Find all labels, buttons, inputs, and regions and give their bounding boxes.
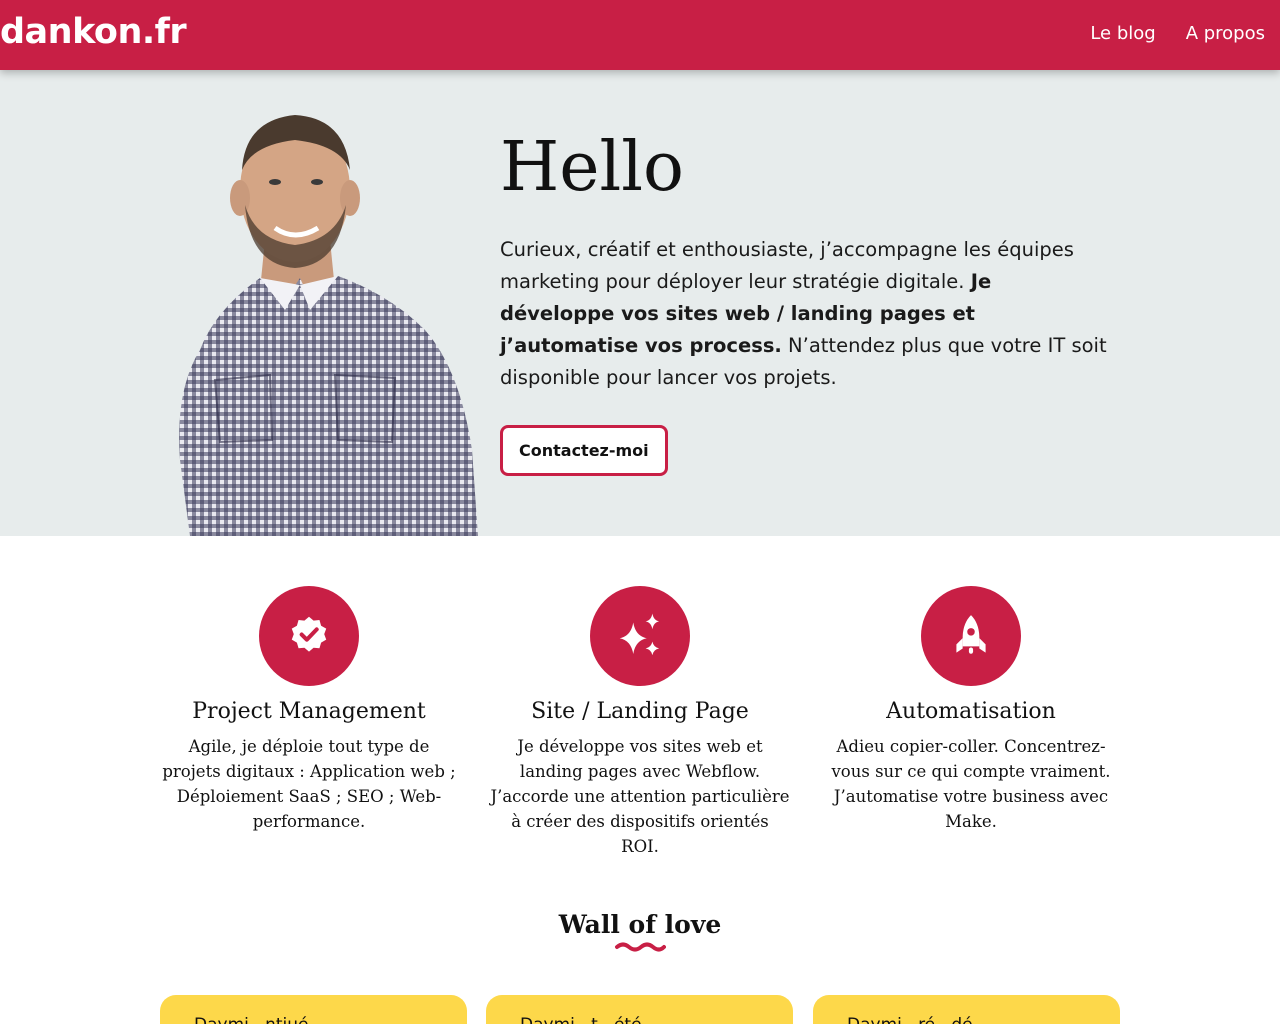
feature-icon-circle: [921, 586, 1021, 686]
feature-text: Je développe vos sites web et landing pa…: [490, 737, 790, 856]
main-nav: Le blog A propos: [1090, 22, 1265, 46]
nav-link-blog[interactable]: Le blog: [1090, 22, 1155, 46]
contact-button[interactable]: Contactez-moi: [500, 425, 668, 476]
testimonial-text: Daymi...t...été: [520, 1015, 642, 1024]
sparkles-icon: [619, 613, 660, 656]
site-header: dankon.fr Le blog A propos: [0, 0, 1280, 70]
badge-check-icon: [291, 616, 327, 652]
feature-automatisation: Automatisation Adieu copier-coller. Conc…: [821, 586, 1121, 834]
wall-of-love-title: Wall of love: [558, 910, 722, 939]
feature-title: Site / Landing Page: [531, 699, 749, 724]
hero-intro-text: Curieux, créatif et enthousiaste, j’acco…: [500, 234, 1110, 394]
hero-section: Hello Curieux, créatif et enthousiaste, …: [0, 70, 1280, 536]
feature-title: Project Management: [192, 699, 426, 724]
feature-text: Agile, je déploie tout type de projets d…: [162, 737, 456, 831]
testimonial-card: Daymi...ntiué: [160, 995, 467, 1024]
hero-title: Hello: [500, 128, 684, 207]
testimonial-card: Daymi...ré...dé...: [813, 995, 1120, 1024]
nav-link-about[interactable]: A propos: [1186, 22, 1265, 46]
feature-project-management: Project Management Agile, je déploie tou…: [159, 586, 459, 834]
feature-title: Automatisation: [886, 699, 1056, 724]
portrait-photo: [179, 115, 478, 536]
feature-site-landing-page: Site / Landing Page Je développe vos sit…: [490, 586, 790, 859]
rocket-icon: [956, 615, 986, 654]
feature-icon-circle: [590, 586, 690, 686]
site-logo[interactable]: dankon.fr: [0, 12, 187, 52]
feature-text: Adieu copier-coller. Concentrez-vous sur…: [831, 737, 1111, 831]
testimonial-text: Daymi...ré...dé...: [847, 1015, 989, 1024]
squiggle-divider-icon: [615, 942, 666, 952]
testimonial-card: Daymi...t...été: [486, 995, 793, 1024]
feature-icon-circle: [259, 586, 359, 686]
testimonial-text: Daymi...ntiué: [194, 1015, 308, 1024]
